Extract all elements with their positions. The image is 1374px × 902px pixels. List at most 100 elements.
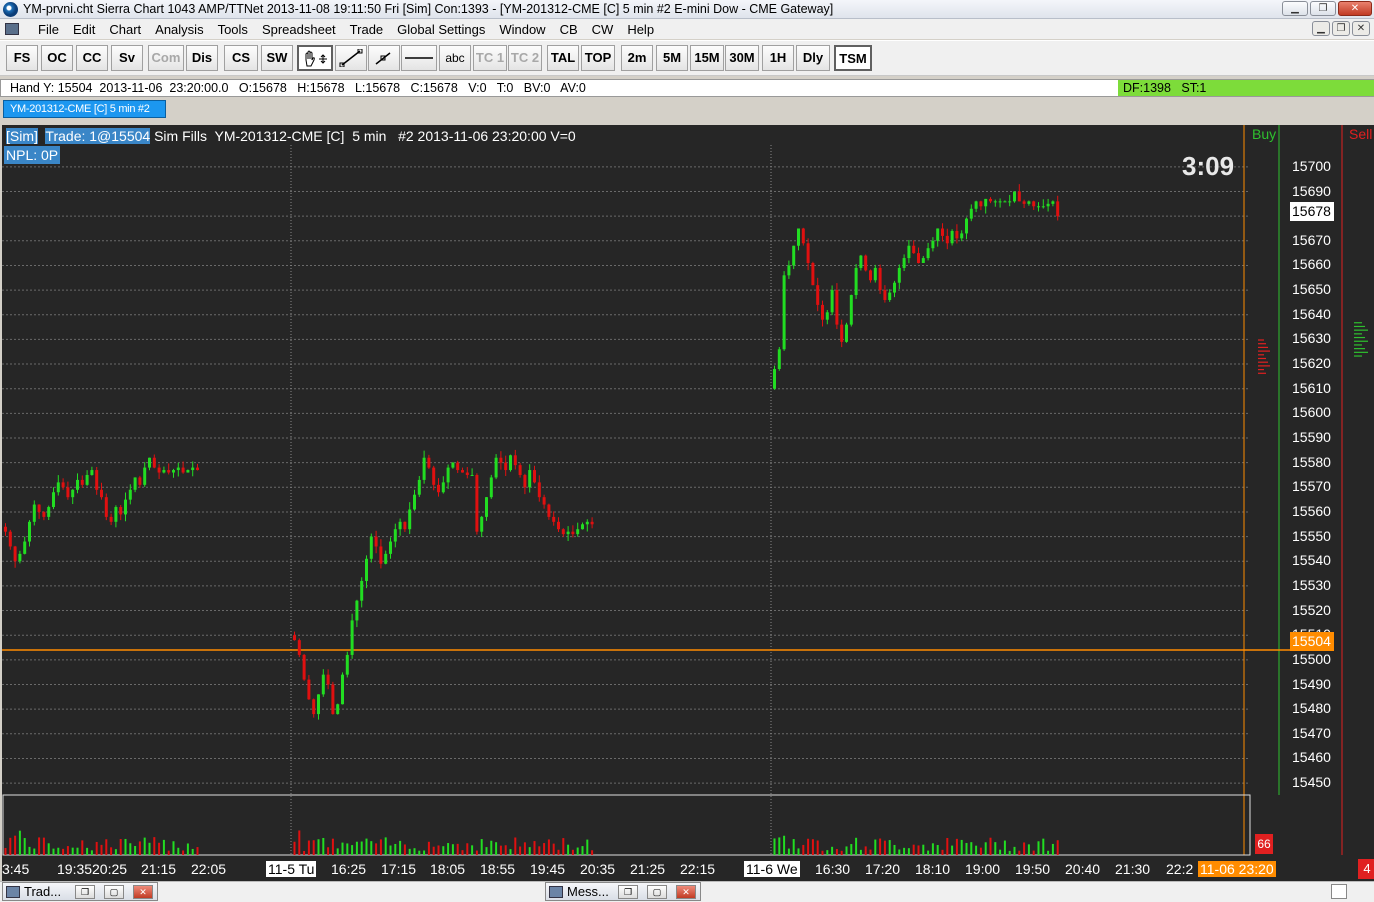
menu-global-settings[interactable]: Global Settings — [390, 22, 492, 37]
close-icon[interactable]: ✕ — [133, 885, 153, 899]
cs-button[interactable]: CS — [224, 45, 258, 71]
candle-body — [1046, 203, 1050, 207]
candle-body — [461, 470, 464, 473]
tal-button[interactable]: TAL — [547, 45, 579, 71]
volume-bar — [153, 837, 156, 855]
chart-window-icon[interactable] — [5, 23, 19, 35]
timeframe-daily-button[interactable]: Dly — [796, 45, 830, 71]
volume-bar — [389, 845, 392, 855]
restore-icon[interactable]: ❐ — [618, 885, 638, 899]
top-button[interactable]: TOP — [581, 45, 615, 71]
candle-body — [537, 482, 541, 498]
close-icon[interactable]: ✕ — [676, 885, 696, 899]
fs-button[interactable]: FS — [6, 45, 38, 71]
price-chart[interactable] — [2, 125, 1374, 881]
window-icon — [549, 886, 563, 898]
dis-button[interactable]: Dis — [186, 45, 218, 71]
timeframe-5m-button[interactable]: 5M — [656, 45, 688, 71]
volume-bar — [129, 843, 132, 855]
cc-button[interactable]: CC — [76, 45, 108, 71]
ray-tool-button[interactable] — [335, 45, 367, 71]
volume-bar — [442, 846, 445, 855]
timeframe-15m-button[interactable]: 15M — [690, 45, 724, 71]
oc-button[interactable]: OC — [41, 45, 73, 71]
timeframe-2m-button[interactable]: 2m — [621, 45, 653, 71]
volume-bar — [514, 837, 517, 855]
tsm-button[interactable]: TSM — [834, 45, 872, 71]
volume-bar — [191, 848, 194, 855]
mdi-restore-button[interactable]: ❐ — [1332, 21, 1350, 36]
mdi-close-button[interactable]: ✕ — [1352, 21, 1370, 36]
candle-body — [912, 245, 916, 254]
close-button[interactable]: ✕ — [1338, 1, 1372, 16]
maximize-icon[interactable]: ▢ — [104, 885, 124, 899]
candle-body — [71, 489, 75, 498]
timeframe-30m-button[interactable]: 30M — [725, 45, 759, 71]
chart-header-line: [Sim] Trade: 1@15504 Sim Fills YM-201312… — [6, 127, 576, 145]
menu-cw[interactable]: CW — [585, 22, 621, 37]
x-tick-label: 22:15 — [680, 861, 716, 877]
minimized-trade-window[interactable]: Trad... ❐ ▢ ✕ — [2, 882, 158, 901]
trendline-tool-button[interactable] — [368, 45, 400, 71]
menu-analysis[interactable]: Analysis — [148, 22, 210, 37]
com-button[interactable]: Com — [148, 45, 184, 71]
volume-bar — [917, 845, 920, 855]
mdi-minimize-button[interactable]: ▁ — [1312, 21, 1330, 36]
menu-tools[interactable]: Tools — [211, 22, 255, 37]
menu-trade[interactable]: Trade — [343, 22, 390, 37]
candle-body — [4, 526, 7, 532]
candle-body — [513, 455, 517, 466]
chart-tab[interactable]: YM-201312-CME [C] 5 min #2 — [3, 100, 166, 118]
candle-body — [172, 470, 175, 473]
volume-bar — [1047, 850, 1050, 855]
volume-bar — [1027, 844, 1030, 855]
text-tool-button[interactable]: abc — [439, 45, 471, 71]
scroll-box[interactable] — [1331, 884, 1347, 899]
volume-bar — [351, 845, 354, 855]
menu-spreadsheet[interactable]: Spreadsheet — [255, 22, 343, 37]
candle-body — [119, 507, 123, 515]
candle-body — [571, 531, 575, 535]
volume-bar — [936, 844, 939, 855]
menu-window[interactable]: Window — [492, 22, 552, 37]
x-tick-label: 19:35 — [57, 861, 93, 877]
volume-bar — [62, 848, 65, 855]
minimized-message-window[interactable]: Mess... ❐ ▢ ✕ — [545, 882, 701, 901]
candle-body — [509, 455, 512, 471]
menu-help[interactable]: Help — [620, 22, 661, 37]
minimize-button[interactable]: ▁ — [1282, 1, 1308, 16]
candle-body — [585, 521, 589, 525]
menu-file[interactable]: File — [31, 22, 66, 37]
volume-bar — [466, 843, 469, 855]
volume-bar — [519, 846, 522, 855]
candle-body — [1032, 201, 1036, 207]
volume-bar — [399, 840, 402, 855]
sw-button[interactable]: SW — [261, 45, 293, 71]
candle-body — [1003, 201, 1007, 203]
hand-tool-button[interactable] — [297, 45, 333, 71]
volume-bar — [158, 842, 161, 855]
volume-bar — [1003, 840, 1006, 855]
trendline-icon — [375, 52, 391, 65]
timeframe-1h-button[interactable]: 1H — [762, 45, 794, 71]
candle-body — [312, 699, 316, 715]
sierra-chart-app-icon[interactable] — [3, 1, 18, 17]
menu-chart[interactable]: Chart — [102, 22, 148, 37]
candle-body — [95, 470, 99, 490]
menu-cb[interactable]: CB — [553, 22, 585, 37]
restore-icon[interactable]: ❐ — [75, 885, 95, 899]
candle-body — [56, 482, 60, 493]
chart-region[interactable]: [Sim] Trade: 1@15504 Sim Fills YM-201312… — [2, 125, 1374, 881]
candle-body — [849, 295, 853, 325]
volume-bar — [1042, 838, 1045, 855]
sv-button[interactable]: Sv — [111, 45, 143, 71]
volume-bar — [23, 838, 26, 855]
horizontal-line-button[interactable] — [401, 45, 437, 71]
tc1-button[interactable]: TC 1 — [473, 45, 507, 71]
menu-edit[interactable]: Edit — [66, 22, 102, 37]
candle-body — [317, 694, 320, 715]
maximize-icon[interactable]: ▢ — [647, 885, 667, 899]
tc2-button[interactable]: TC 2 — [508, 45, 542, 71]
candle-body — [864, 255, 868, 271]
restore-button[interactable]: ❐ — [1310, 1, 1336, 16]
